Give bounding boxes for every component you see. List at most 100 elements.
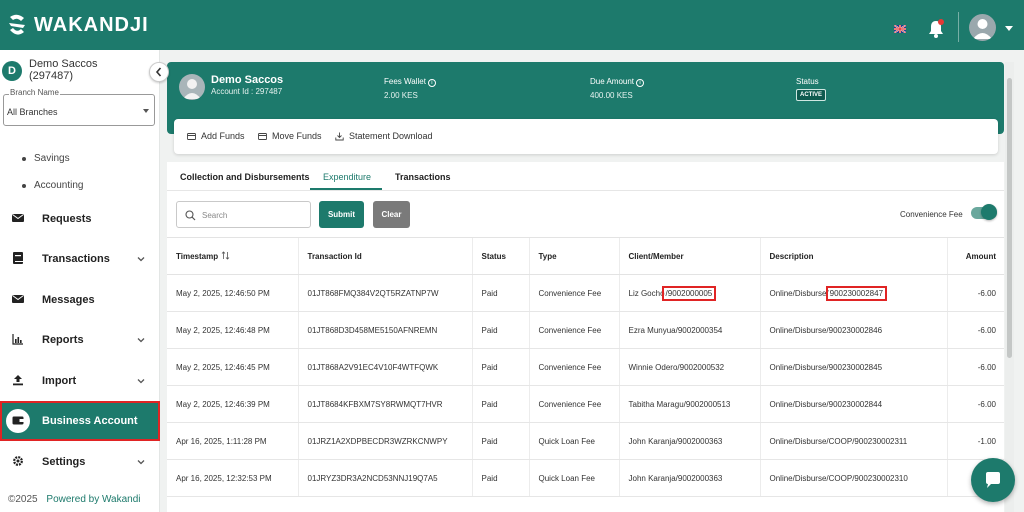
chevron-down-icon xyxy=(137,338,145,343)
branch-select-label: Branch Name xyxy=(9,88,60,97)
envelope-icon xyxy=(12,214,24,222)
book-icon xyxy=(13,252,23,264)
search-box[interactable] xyxy=(176,201,311,228)
highlighted-description-ref: 900230002847 xyxy=(825,285,888,301)
cell-timestamp: May 2, 2025, 12:46:45 PM xyxy=(167,348,298,386)
cell-client-member: Liz Gocho/9002000005 xyxy=(618,274,760,312)
copyright-text: ©2025 xyxy=(8,494,38,505)
expenditure-panel: Collection and Disbursements Expenditure… xyxy=(167,162,1004,512)
statement-download-button[interactable]: Statement Download xyxy=(335,131,433,141)
org-code: (297487) xyxy=(29,70,74,82)
table-row[interactable]: May 2, 2025, 12:46:50 PM 01JT868FMQ384V2… xyxy=(167,274,1004,312)
cell-status: Paid xyxy=(471,274,529,312)
convenience-fee-toggle-knob[interactable] xyxy=(981,204,997,220)
cell-description: Online/Disburse/COOP/900230002311 xyxy=(759,422,947,460)
account-id: Account Id : 297487 xyxy=(211,87,283,96)
download-icon xyxy=(335,132,344,140)
add-funds-button[interactable]: Add Funds xyxy=(187,131,245,141)
scrollbar-thumb[interactable] xyxy=(1007,78,1012,358)
account-actions-bar: Add Funds Move Funds Statement Download xyxy=(174,119,998,154)
cell-amount: -6.00 xyxy=(946,274,1004,312)
column-header-description: Description xyxy=(759,237,947,275)
table-row[interactable]: May 2, 2025, 12:46:48 PM 01JT868D3D458ME… xyxy=(167,311,1004,349)
chat-support-button[interactable] xyxy=(971,458,1015,502)
tab-transactions[interactable]: Transactions xyxy=(395,172,451,182)
chevron-down-icon xyxy=(143,109,149,113)
chevron-left-icon xyxy=(155,67,162,77)
branch-select-value: All Branches xyxy=(7,107,58,117)
sidebar-item-requests[interactable]: Requests xyxy=(0,199,160,239)
powered-by-link[interactable]: Powered by Wakandi xyxy=(46,494,140,505)
sidebar-item-transactions[interactable]: Transactions xyxy=(0,239,160,279)
cell-transaction-id: 01JRYZ3DR3A2NCD53NNJ19Q7A5 xyxy=(297,459,472,497)
upload-icon xyxy=(13,375,23,386)
fees-wallet: Fees Wallet i 2.00 KES xyxy=(384,77,436,100)
sidebar-subitem-savings[interactable]: Savings xyxy=(22,153,70,164)
table-row[interactable]: Apr 16, 2025, 1:11:28 PM 01JRZ1A2XDPBECD… xyxy=(167,422,1004,460)
uk-flag-icon[interactable] xyxy=(894,25,906,33)
cell-amount: -1.00 xyxy=(946,422,1004,460)
fees-wallet-label: Fees Wallet xyxy=(384,77,426,86)
wallet-icon xyxy=(12,416,24,425)
sidebar-item-messages[interactable]: Messages xyxy=(0,280,160,320)
brand-name: WAKANDJI xyxy=(34,13,149,36)
move-funds-button[interactable]: Move Funds xyxy=(258,131,322,141)
table-header-row: Timestamp Transaction Id Status Type Cli… xyxy=(167,237,1004,275)
cell-description: Online/Disburse/900230002844 xyxy=(759,385,947,423)
table-row[interactable]: Apr 16, 2025, 12:32:53 PM 01JRYZ3DR3A2NC… xyxy=(167,459,1004,497)
chevron-down-icon xyxy=(137,257,145,262)
cell-description: Online/Disburse/900230002845 xyxy=(759,348,947,386)
cell-timestamp: May 2, 2025, 12:46:48 PM xyxy=(167,311,298,349)
sidebar-item-settings[interactable]: Settings xyxy=(0,442,160,482)
sidebar-subitem-accounting[interactable]: Accounting xyxy=(22,180,83,191)
info-icon[interactable]: i xyxy=(636,79,645,87)
cell-status: Paid xyxy=(471,311,529,349)
sidebar-item-reports[interactable]: Reports xyxy=(0,320,160,360)
table-row[interactable]: May 2, 2025, 12:46:39 PM 01JT8684KFBXM7S… xyxy=(167,385,1004,423)
bar-chart-icon xyxy=(12,334,23,345)
sidebar-item-import[interactable]: Import xyxy=(0,361,160,401)
due-amount-value: 400.00 KES xyxy=(590,91,633,100)
cell-description: Online/Disburse/900230002847 xyxy=(759,274,947,312)
submit-button[interactable]: Submit xyxy=(319,201,364,228)
sidebar-item-business-account[interactable]: Business Account xyxy=(0,401,160,441)
sort-icon[interactable] xyxy=(221,251,230,260)
gear-icon xyxy=(13,456,23,466)
cell-amount: -6.00 xyxy=(946,385,1004,423)
sidebar-collapse-button[interactable] xyxy=(149,62,169,82)
cell-status: Paid xyxy=(471,348,529,386)
sidebar-item-label: Import xyxy=(42,375,77,387)
fees-wallet-value: 2.00 KES xyxy=(384,91,418,100)
bullet-icon xyxy=(22,156,26,161)
branch-select[interactable]: Branch Name All Branches xyxy=(3,88,155,126)
card-icon xyxy=(258,132,267,140)
header-divider xyxy=(958,12,959,42)
sidebar-subitem-label: Accounting xyxy=(34,180,84,191)
expenditure-table: Timestamp Transaction Id Status Type Cli… xyxy=(167,237,1004,497)
cell-timestamp: Apr 16, 2025, 1:11:28 PM xyxy=(167,422,298,460)
convenience-fee-label: Convenience Fee xyxy=(900,210,963,219)
notification-dot xyxy=(938,19,944,25)
sidebar-item-label: Messages xyxy=(42,294,95,306)
sidebar-item-label: Reports xyxy=(42,334,84,346)
cell-client-member: John Karanja/9002000363 xyxy=(618,459,760,497)
user-avatar-icon[interactable] xyxy=(969,14,996,41)
cell-timestamp: Apr 16, 2025, 12:32:53 PM xyxy=(167,459,298,497)
tab-expenditure[interactable]: Expenditure xyxy=(323,172,371,182)
tab-collection-and-disbursements[interactable]: Collection and Disbursements xyxy=(180,172,310,182)
column-header-timestamp[interactable]: Timestamp xyxy=(167,237,298,275)
search-input[interactable] xyxy=(202,208,302,222)
cell-type: Convenience Fee xyxy=(528,385,619,423)
table-row[interactable]: May 2, 2025, 12:46:45 PM 01JT868A2V91EC4… xyxy=(167,348,1004,386)
cell-description: Online/Disburse/900230002846 xyxy=(759,311,947,349)
cell-type: Convenience Fee xyxy=(528,348,619,386)
brand-logo[interactable]: WAKANDJI xyxy=(6,13,149,37)
column-header-amount: Amount xyxy=(946,237,1004,275)
info-icon[interactable]: i xyxy=(427,79,436,87)
status-badge: ACTIVE xyxy=(796,89,827,101)
cell-transaction-id: 01JT868FMQ384V2QT5RZATNP7W xyxy=(297,274,472,312)
clear-button[interactable]: Clear xyxy=(373,201,410,228)
chevron-down-icon[interactable] xyxy=(1005,26,1013,31)
sidebar-item-label: Requests xyxy=(42,213,92,225)
move-funds-label: Move Funds xyxy=(272,131,322,141)
